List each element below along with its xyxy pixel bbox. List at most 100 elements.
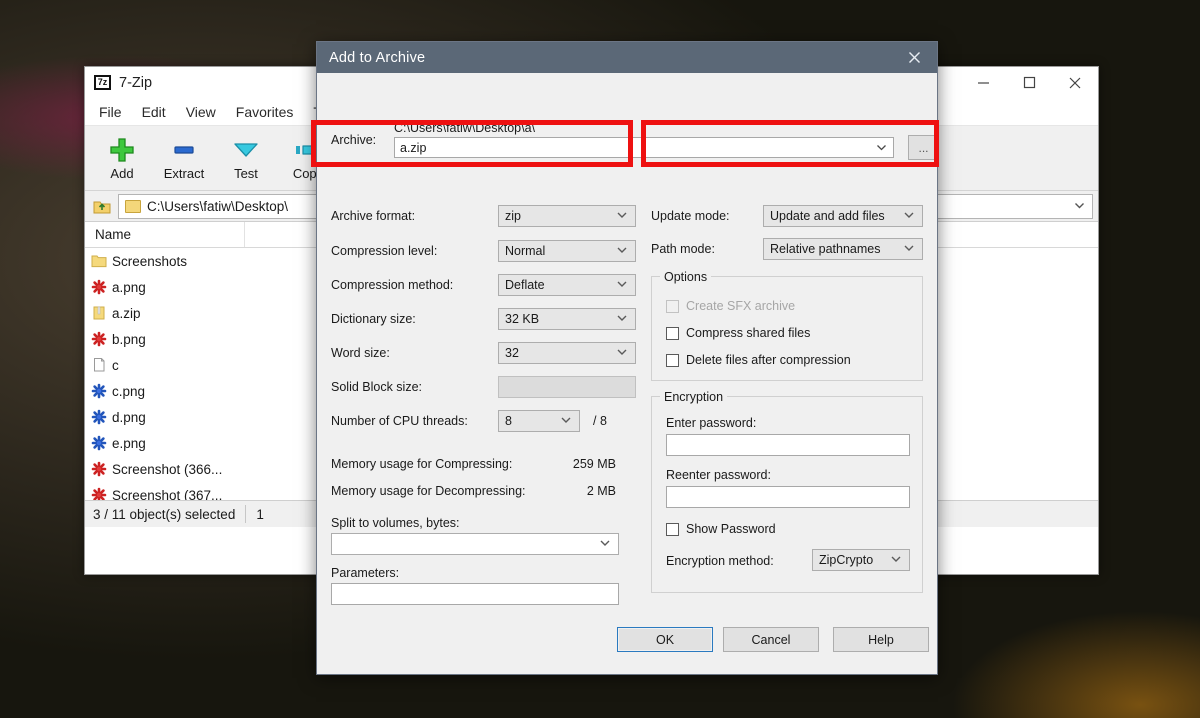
memory-decompressing-label: Memory usage for Decompressing:	[331, 484, 526, 498]
png-red-icon	[91, 487, 107, 500]
compression-level-label: Compression level:	[331, 244, 437, 258]
status-divider	[245, 505, 246, 523]
archive-name-value: a.zip	[400, 141, 426, 155]
update-mode-combobox[interactable]: Update and add files	[763, 205, 923, 227]
checkbox-icon[interactable]	[666, 523, 679, 536]
memory-compressing-label: Memory usage for Compressing:	[331, 457, 512, 471]
add-to-archive-dialog: Add to Archive Archive: C:\Users\fatiw\D…	[316, 41, 938, 675]
compression-level-row: Compression level: Normal	[331, 240, 636, 262]
dialog-titlebar: Add to Archive	[317, 42, 937, 73]
chevron-down-icon[interactable]	[902, 241, 916, 258]
create-sfx-archive-label: Create SFX archive	[686, 299, 795, 313]
toolbar-add-label: Add	[110, 166, 133, 181]
toolbar-extract-label: Extract	[164, 166, 204, 181]
menu-file[interactable]: File	[99, 104, 122, 120]
compression-level-value: Normal	[505, 244, 545, 258]
show-password-checkbox[interactable]: Show Password	[666, 522, 776, 536]
file-name-text: Screenshot (366...	[112, 462, 222, 477]
minimize-icon[interactable]	[960, 67, 1006, 98]
help-button[interactable]: Help	[833, 627, 929, 652]
chevron-down-icon[interactable]	[615, 208, 629, 225]
word-size-label: Word size:	[331, 346, 390, 360]
close-icon[interactable]	[891, 42, 937, 73]
chevron-down-icon[interactable]	[598, 536, 612, 553]
word-size-row: Word size: 32	[331, 342, 636, 364]
folder-up-icon[interactable]	[90, 194, 114, 218]
toolbar-test-button[interactable]: Test	[215, 128, 277, 188]
compression-method-combobox[interactable]: Deflate	[498, 274, 636, 296]
file-name-cell: Screenshot (367...	[91, 487, 249, 500]
desktop-background: 7z 7-Zip File Edit View Favorites Tools …	[0, 0, 1200, 718]
menu-edit[interactable]: Edit	[142, 104, 166, 120]
file-name-cell: Screenshots	[91, 253, 249, 269]
chevron-down-icon[interactable]	[615, 277, 629, 294]
toolbar-extract-button[interactable]: Extract	[153, 128, 215, 188]
cpu-threads-value: 8	[505, 414, 512, 428]
checkbox-icon[interactable]	[666, 354, 679, 367]
chevron-down-icon[interactable]	[875, 141, 888, 157]
encryption-method-combobox[interactable]: ZipCrypto	[812, 549, 910, 571]
file-name-cell: c	[91, 357, 249, 373]
archive-format-value: zip	[505, 209, 521, 223]
png-red-icon	[91, 461, 107, 477]
checkbox-icon[interactable]	[666, 327, 679, 340]
delete-files-after-compression-checkbox[interactable]: Delete files after compression	[666, 353, 851, 367]
cpu-threads-combobox[interactable]: 8	[498, 410, 580, 432]
update-mode-row: Update mode: Update and add files	[651, 205, 923, 227]
dictionary-size-combobox[interactable]: 32 KB	[498, 308, 636, 330]
png-red-icon	[91, 331, 107, 347]
file-name-text: b.png	[112, 332, 146, 347]
split-volumes-combobox[interactable]	[331, 533, 619, 555]
path-mode-row: Path mode: Relative pathnames	[651, 238, 923, 260]
menu-favorites[interactable]: Favorites	[236, 104, 294, 120]
sevenzip-window-controls	[960, 67, 1098, 98]
toolbar-add-button[interactable]: Add	[91, 128, 153, 188]
chevron-down-icon[interactable]	[889, 552, 903, 569]
ok-button[interactable]: OK	[617, 627, 713, 652]
dictionary-size-label: Dictionary size:	[331, 312, 416, 326]
column-header-name[interactable]: Name	[85, 222, 245, 247]
chevron-down-icon[interactable]	[1073, 199, 1086, 215]
png-blue-icon	[91, 383, 107, 399]
word-size-combobox[interactable]: 32	[498, 342, 636, 364]
checkbox-icon	[666, 300, 679, 313]
archive-name-combobox[interactable]: a.zip	[394, 137, 894, 158]
cancel-button[interactable]: Cancel	[723, 627, 819, 652]
chevron-down-icon[interactable]	[615, 243, 629, 260]
options-group: Options Create SFX archive Compress shar…	[651, 276, 923, 381]
word-size-value: 32	[505, 346, 519, 360]
solid-block-size-combobox	[498, 376, 636, 398]
add-plus-icon	[109, 136, 135, 164]
test-check-icon	[232, 136, 260, 164]
maximize-icon[interactable]	[1006, 67, 1052, 98]
cpu-threads-max: / 8	[593, 414, 607, 428]
chevron-down-icon[interactable]	[559, 413, 573, 430]
reenter-password-input[interactable]	[666, 486, 910, 508]
status-size-text: 1	[256, 507, 264, 522]
file-name-cell: c.png	[91, 383, 249, 399]
close-icon[interactable]	[1052, 67, 1098, 98]
enter-password-input[interactable]	[666, 434, 910, 456]
file-name-cell: d.png	[91, 409, 249, 425]
archive-browse-button[interactable]: ...	[908, 135, 939, 160]
chevron-down-icon[interactable]	[615, 311, 629, 328]
file-name-text: Screenshots	[112, 254, 187, 269]
archive-format-combobox[interactable]: zip	[498, 205, 636, 227]
encryption-group: Encryption Enter password: Reenter passw…	[651, 396, 923, 593]
parameters-input[interactable]	[331, 583, 619, 605]
chevron-down-icon[interactable]	[902, 208, 916, 225]
compress-shared-files-checkbox[interactable]: Compress shared files	[666, 326, 810, 340]
encryption-method-label: Encryption method:	[666, 554, 774, 568]
parameters-label: Parameters:	[331, 566, 399, 580]
menu-view[interactable]: View	[186, 104, 216, 120]
compression-level-combobox[interactable]: Normal	[498, 240, 636, 262]
file-name-cell: a.png	[91, 279, 249, 295]
file-name-cell: a.zip	[91, 305, 249, 321]
update-mode-label: Update mode:	[651, 209, 730, 223]
path-mode-value: Relative pathnames	[770, 242, 880, 256]
memory-compressing-value: 259 MB	[573, 457, 616, 471]
path-mode-combobox[interactable]: Relative pathnames	[763, 238, 923, 260]
chevron-down-icon[interactable]	[615, 345, 629, 362]
file-name-text: e.png	[112, 436, 146, 451]
file-name-cell: e.png	[91, 435, 249, 451]
